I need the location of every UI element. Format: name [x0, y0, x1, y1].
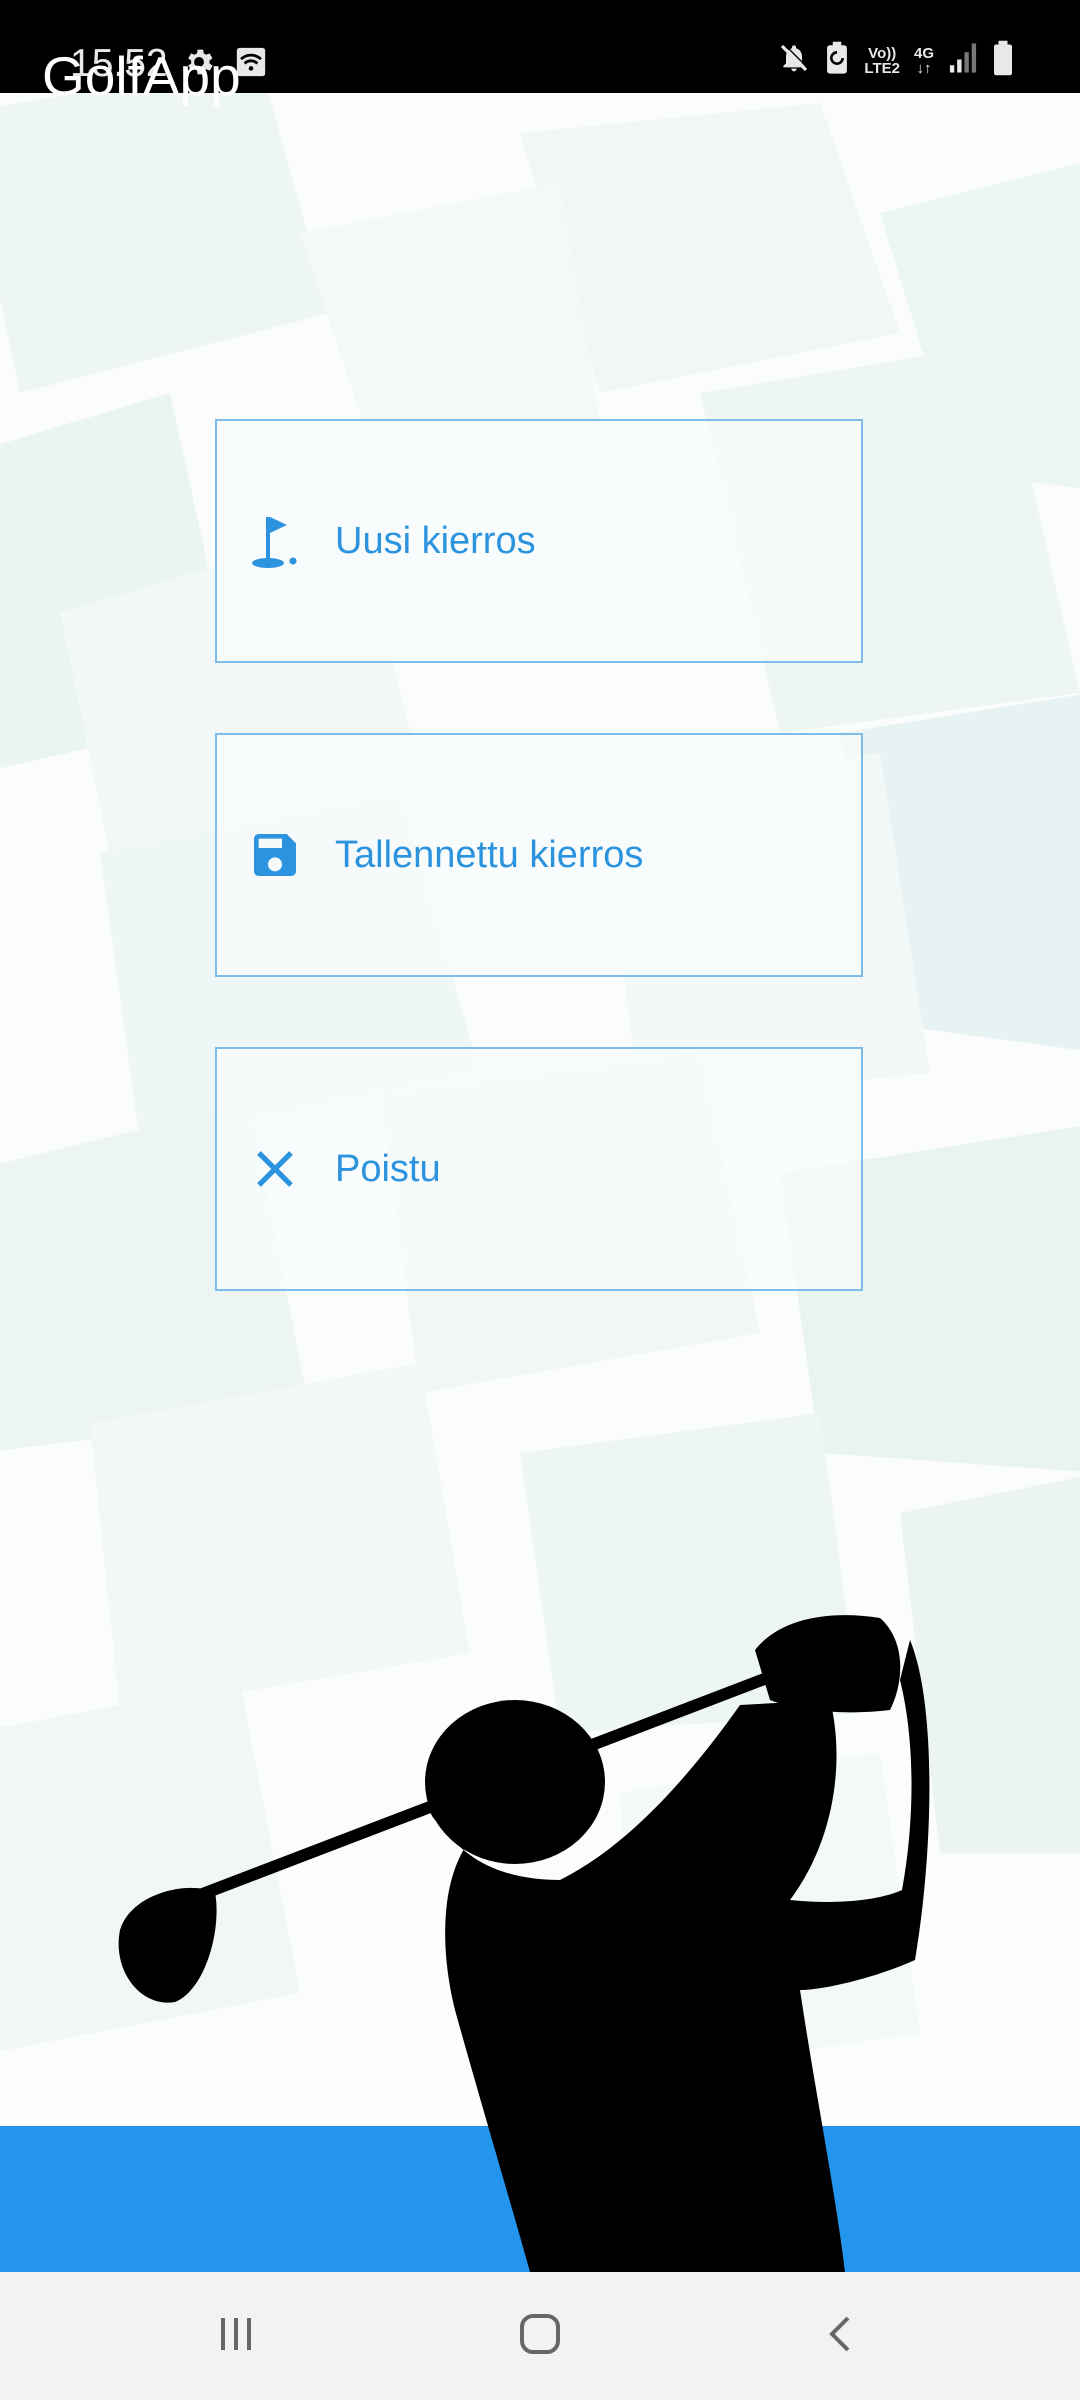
- recent-apps-icon: [214, 2312, 258, 2361]
- new-round-button[interactable]: Uusi kierros: [215, 419, 863, 663]
- exit-button[interactable]: Poistu: [215, 1047, 863, 1291]
- new-round-label: Uusi kierros: [335, 519, 536, 562]
- exit-label: Poistu: [335, 1147, 441, 1190]
- data-type-label: 4G ↓↑: [913, 44, 934, 77]
- signal-icon: [948, 42, 978, 79]
- network-label: Vo)) LTE2: [864, 44, 900, 77]
- home-icon: [516, 2310, 564, 2363]
- recent-apps-button[interactable]: [156, 2272, 316, 2400]
- navigation-bar: [0, 2272, 1080, 2400]
- mute-icon: [778, 42, 810, 79]
- app-title: GolfApp: [42, 45, 241, 107]
- close-icon: [245, 1139, 305, 1199]
- back-button[interactable]: [762, 2272, 922, 2400]
- back-icon: [820, 2312, 864, 2361]
- saved-round-label: Tallennettu kierros: [335, 833, 644, 876]
- battery-saver-icon: [824, 41, 850, 80]
- golfer-silhouette-image: [0, 1600, 1080, 2280]
- save-icon: [245, 825, 305, 885]
- saved-round-button[interactable]: Tallennettu kierros: [215, 733, 863, 977]
- battery-icon: [992, 40, 1014, 81]
- golf-flag-icon: [245, 511, 305, 571]
- home-button[interactable]: [460, 2272, 620, 2400]
